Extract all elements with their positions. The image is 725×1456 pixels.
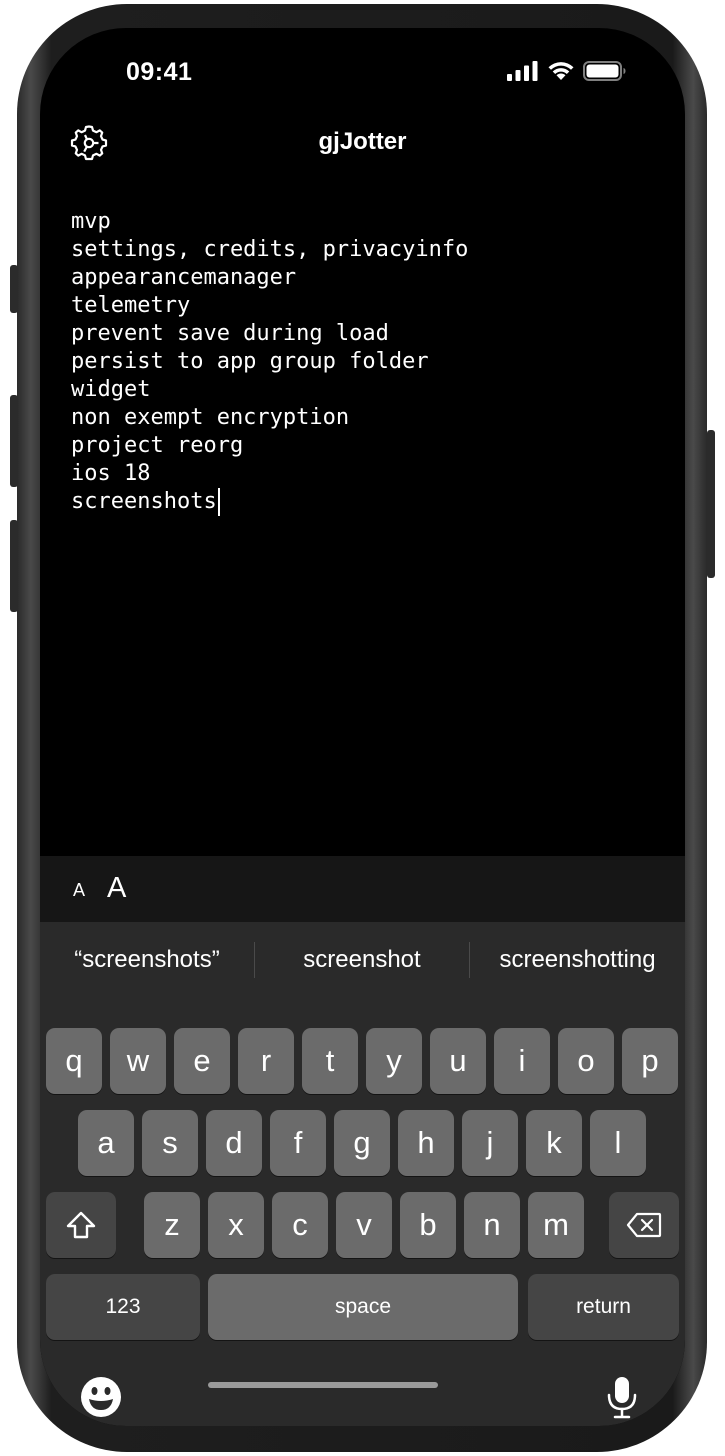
app-title: gjJotter xyxy=(318,128,407,155)
key[interactable]: r xyxy=(238,1028,294,1094)
navigation-bar: gjJotter xyxy=(40,118,685,178)
shift-key[interactable] xyxy=(46,1192,116,1258)
volume-down-button xyxy=(10,520,18,612)
key[interactable]: w xyxy=(110,1028,166,1094)
status-time: 09:41 xyxy=(126,58,193,86)
note-line: widget xyxy=(71,377,151,402)
key[interactable]: a xyxy=(78,1110,134,1176)
action-button xyxy=(10,265,18,313)
key[interactable]: s xyxy=(142,1110,198,1176)
shift-icon xyxy=(66,1211,96,1239)
note-line: persist to app group folder xyxy=(71,349,429,374)
note-line: telemetry xyxy=(71,293,191,318)
note-line: prevent save during load xyxy=(71,321,389,346)
note-line-active: screenshots xyxy=(71,488,651,516)
key[interactable]: i xyxy=(494,1028,550,1094)
note-line: project reorg xyxy=(71,433,244,458)
key[interactable]: v xyxy=(336,1192,392,1258)
increase-font-button[interactable]: A xyxy=(107,872,126,905)
key[interactable]: x xyxy=(208,1192,264,1258)
note-line: mvp xyxy=(71,209,111,234)
key[interactable]: d xyxy=(206,1110,262,1176)
delete-key[interactable] xyxy=(609,1192,679,1258)
power-button xyxy=(707,430,715,578)
key[interactable]: f xyxy=(270,1110,326,1176)
return-key[interactable]: return xyxy=(528,1274,679,1340)
space-key[interactable]: space xyxy=(208,1274,518,1340)
decrease-font-button[interactable]: A xyxy=(73,880,85,901)
note-line: ios 18 xyxy=(71,461,151,486)
key[interactable]: y xyxy=(366,1028,422,1094)
volume-up-button xyxy=(10,395,18,487)
delete-icon xyxy=(626,1212,662,1238)
key[interactable]: c xyxy=(272,1192,328,1258)
key[interactable]: m xyxy=(528,1192,584,1258)
key[interactable]: z xyxy=(144,1192,200,1258)
status-icons xyxy=(507,61,627,81)
key[interactable]: h xyxy=(398,1110,454,1176)
wifi-icon xyxy=(548,62,574,80)
key[interactable]: j xyxy=(462,1110,518,1176)
note-line: non exempt encryption xyxy=(71,405,350,430)
suggestion-item[interactable]: screenshotting xyxy=(470,946,685,974)
note-text-editor[interactable]: mvp settings, credits, privacyinfo appea… xyxy=(71,208,651,516)
key[interactable]: n xyxy=(464,1192,520,1258)
cellular-signal-icon xyxy=(507,61,538,81)
keyboard: “screenshots” screenshot screenshotting … xyxy=(40,922,685,1426)
key[interactable]: q xyxy=(46,1028,102,1094)
suggestion-item[interactable]: “screenshots” xyxy=(40,946,254,974)
emoji-icon[interactable] xyxy=(80,1376,122,1418)
key[interactable]: b xyxy=(400,1192,456,1258)
status-bar: 09:41 xyxy=(40,28,685,118)
key[interactable]: l xyxy=(590,1110,646,1176)
note-line-text: screenshots xyxy=(71,489,217,514)
key[interactable]: k xyxy=(526,1110,582,1176)
key[interactable]: g xyxy=(334,1110,390,1176)
font-size-toolbar: A A xyxy=(40,856,685,922)
key[interactable]: u xyxy=(430,1028,486,1094)
text-cursor xyxy=(217,488,220,516)
microphone-icon[interactable] xyxy=(606,1376,638,1420)
app-screen: 09:41 gjJotter mvp settings, credits, pr… xyxy=(40,28,685,1426)
key[interactable]: o xyxy=(558,1028,614,1094)
key[interactable]: t xyxy=(302,1028,358,1094)
key[interactable]: p xyxy=(622,1028,678,1094)
battery-icon xyxy=(583,61,626,81)
suggestion-bar: “screenshots” screenshot screenshotting xyxy=(40,922,685,998)
key[interactable]: e xyxy=(174,1028,230,1094)
note-line: settings, credits, privacyinfo xyxy=(71,237,469,262)
suggestion-item[interactable]: screenshot xyxy=(255,946,469,974)
note-line: appearancemanager xyxy=(71,265,297,290)
numbers-key[interactable]: 123 xyxy=(46,1274,200,1340)
home-indicator[interactable] xyxy=(208,1382,438,1388)
